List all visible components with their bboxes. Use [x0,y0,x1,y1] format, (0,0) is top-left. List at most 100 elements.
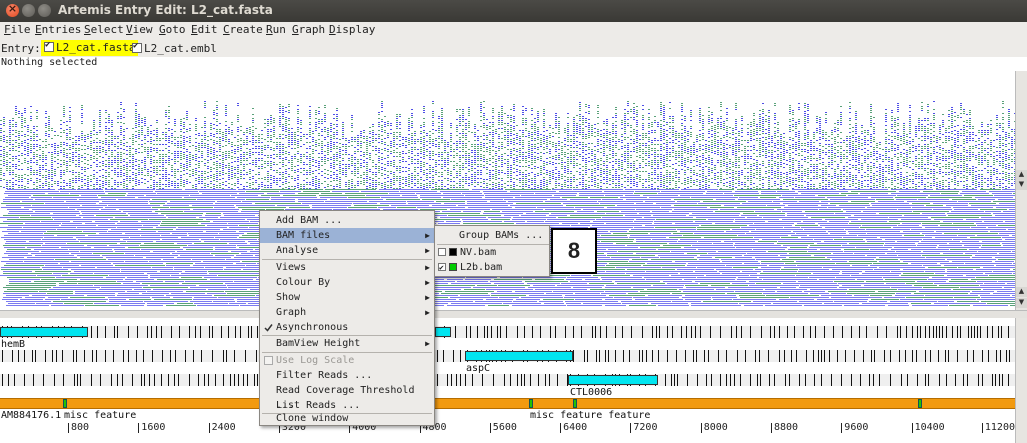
menu-item-views[interactable]: Views ▶ [260,260,434,275]
menu-item-analyse[interactable]: Analyse ▶ [260,243,434,258]
stop-codon-tick [920,326,921,338]
stop-codon-tick [774,374,775,386]
stop-codon-tick [606,326,607,338]
stop-codon-tick [137,326,138,338]
stop-codon-tick [998,326,999,338]
stop-codon-tick [63,374,64,386]
feature-ctl0006[interactable] [568,375,658,385]
ruler-tick [560,423,562,433]
stop-codon-tick [622,326,623,338]
menu-item-asynchronous[interactable]: Asynchronous [260,320,434,335]
window-title: Artemis Entry Edit: L2_cat.fasta [58,3,273,17]
menu-view[interactable]: View [126,23,153,36]
feature-aspc[interactable] [465,351,573,361]
stop-codon-tick [510,374,511,386]
menu-item-use-log-scale[interactable]: Use Log Scale [260,353,434,368]
misc-feature-track[interactable] [0,398,1015,409]
checkbox-icon[interactable] [132,41,142,53]
menu-run[interactable]: Run [266,23,286,36]
stop-codon-tick [814,374,815,386]
stop-codon-tick [930,350,931,362]
bam-file-l2b[interactable]: L2b.bam [435,260,549,275]
feature-hemb[interactable] [0,327,88,337]
stop-codon-tick [204,374,205,386]
stop-codon-tick [900,326,901,338]
stop-codon-tick [677,374,678,386]
menu-item-add-bam[interactable]: Add BAM ... [260,213,434,228]
stop-codon-tick [156,326,157,338]
scroll-down-icon[interactable]: ▼ [1016,298,1027,308]
bam-file-nv[interactable]: NV.bam [435,245,549,260]
entry-l2-cat-fasta[interactable]: L2_cat.fasta [41,40,139,56]
menu-item-clone-window[interactable]: Clone window [260,411,434,426]
bam-horizontal-splitter[interactable] [0,310,1027,318]
menu-item-bam-files[interactable]: BAM files ▶ [260,228,434,243]
menu-entries[interactable]: Entries [35,23,81,36]
stop-codon-tick [221,326,222,338]
menu-goto[interactable]: Goto [159,23,186,36]
menu-item-group-bams[interactable]: Group BAMs ... [435,228,549,243]
maximize-window-button[interactable] [38,4,51,17]
stop-codon-tick [871,350,872,362]
stop-codon-tick [35,350,36,362]
menu-edit[interactable]: Edit [191,23,218,36]
stop-codon-tick [437,374,438,386]
scroll-up-icon[interactable]: ▲ [1016,287,1027,297]
menu-item-read-coverage-threshold[interactable]: Read Coverage Threshold ... [260,383,434,411]
feature-label-aspc: aspC [466,363,491,374]
feature-vertical-scrollbar[interactable] [1015,318,1027,443]
stop-codon-tick [884,350,885,362]
menu-file[interactable]: File [4,23,31,36]
stop-codon-tick [437,350,438,362]
stop-codon-tick [615,350,616,362]
stop-codon-tick [56,350,57,362]
menu-create[interactable]: Create [223,23,263,36]
bam-vertical-scrollbar[interactable]: ▲ ▼ ▲ ▼ [1015,71,1027,310]
stop-codon-tick [757,374,758,386]
scroll-up-icon[interactable]: ▲ [1016,170,1027,180]
stop-codon-tick [859,326,860,338]
stop-codon-tick [540,326,541,338]
menu-item-show[interactable]: Show ▶ [260,290,434,305]
misc-feature-marker[interactable] [918,399,922,408]
menu-select[interactable]: Select [84,23,124,36]
menu-item-filter-reads[interactable]: Filter Reads ... [260,368,434,383]
menu-item-colour-by[interactable]: Colour By ▶ [260,275,434,290]
ruler-tick [981,423,983,433]
stop-codon-tick [987,326,988,338]
menu-graph[interactable]: Graph [292,23,325,36]
feature-cds[interactable] [435,327,451,337]
stop-codon-tick [84,350,85,362]
menu-item-bamview-height[interactable]: BamView Height ▶ [260,336,434,351]
misc-feature-marker[interactable] [63,399,67,408]
scroll-down-icon[interactable]: ▼ [1016,180,1027,190]
stop-codon-tick [967,374,968,386]
misc-feature-marker[interactable] [529,399,533,408]
minimize-window-button[interactable] [22,4,35,17]
stop-codon-tick [824,326,825,338]
close-window-button[interactable]: × [6,2,19,17]
feature-track-frame-1 [0,326,1015,338]
stop-codon-tick [796,350,797,362]
stop-codon-tick [787,326,788,338]
stop-codon-tick [248,326,249,338]
stop-codon-tick [967,350,968,362]
menu-item-graph[interactable]: Graph ▶ [260,305,434,320]
checkbox-icon[interactable] [44,40,54,52]
submenu-arrow-icon: ▶ [425,293,430,302]
stop-codon-tick [685,350,686,362]
base-position-ruler: 800 1600 2400 3200 4000 4800 5600 6400 7200 8000 8… [0,420,1015,443]
stop-codon-tick [460,374,461,386]
stop-codon-tick [879,374,880,386]
checkbox-icon[interactable] [438,260,446,275]
entry-l2-cat-embl[interactable]: L2_cat.embl [129,41,220,57]
ruler-tick-label: 2400 [211,422,236,433]
menu-display[interactable]: Display [329,23,375,36]
misc-feature-marker[interactable] [573,399,577,408]
ruler-tick [700,423,702,433]
stop-codon-tick [877,326,878,338]
checkbox-icon[interactable] [438,248,446,256]
stop-codon-tick [80,374,81,386]
ruler-tick [68,423,69,433]
feature-track-frame-3 [0,374,1015,386]
